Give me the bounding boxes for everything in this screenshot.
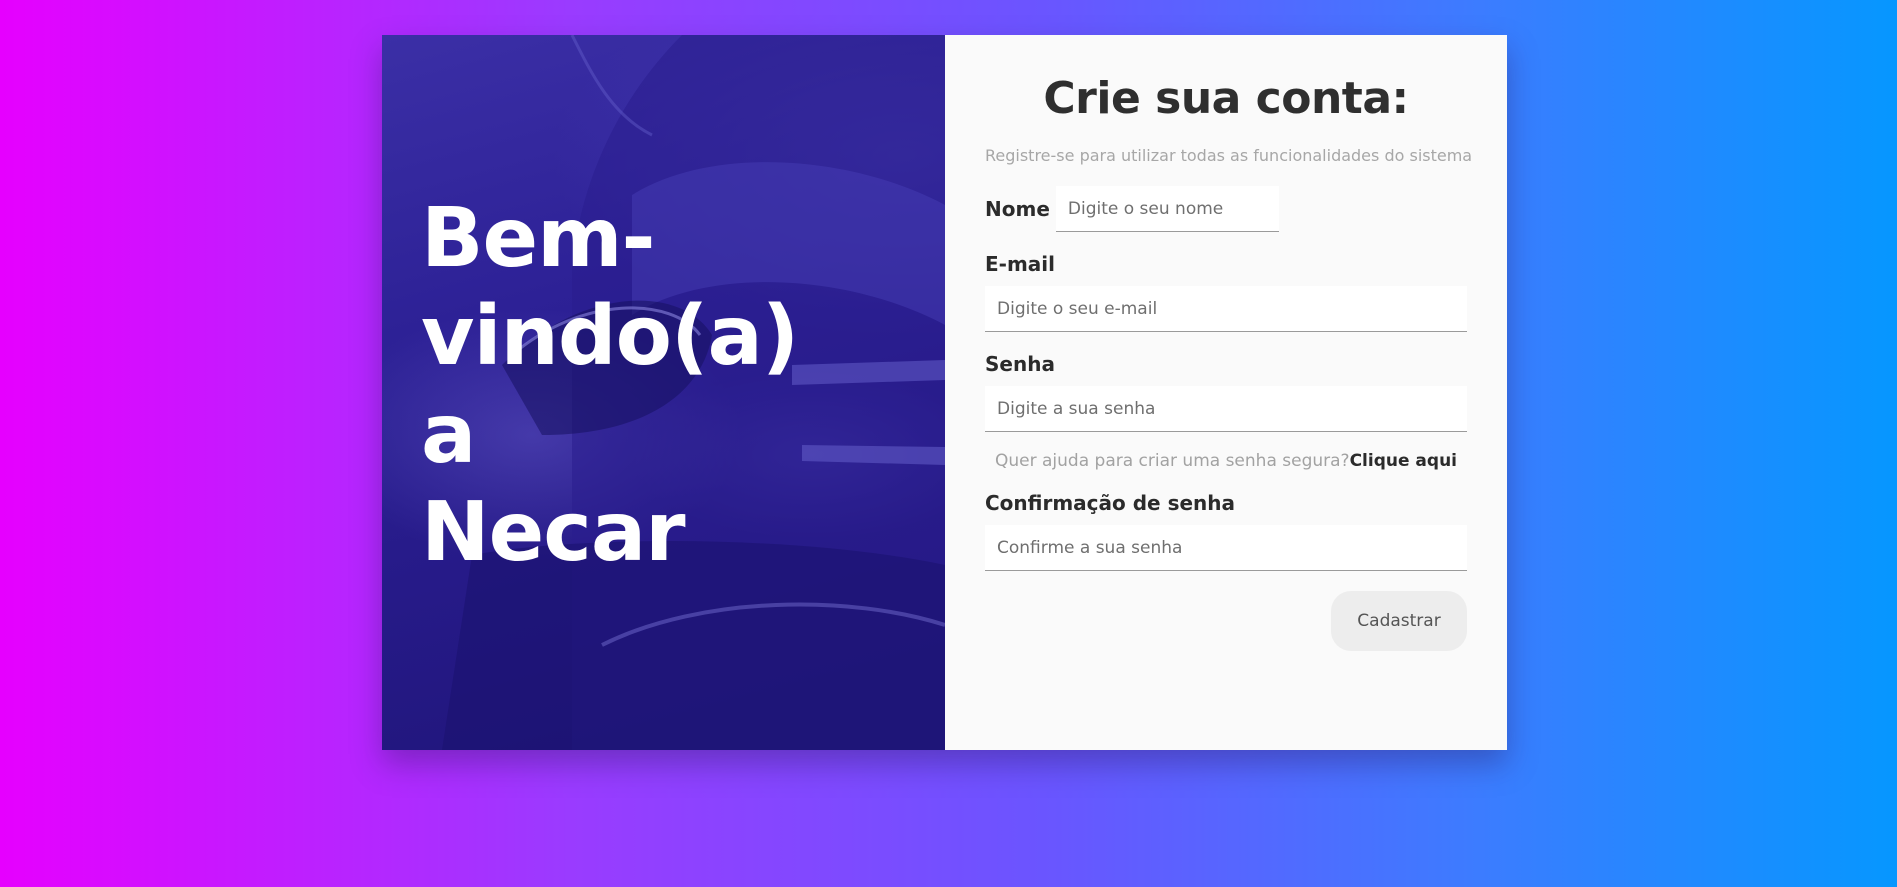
confirm-password-input[interactable] xyxy=(985,525,1467,571)
password-help-link[interactable]: Clique aqui xyxy=(1350,451,1457,471)
name-label: Nome xyxy=(985,197,1050,221)
welcome-heading: Bem- vindo(a) a Necar xyxy=(421,190,921,582)
confirm-password-field-group: Confirmação de senha xyxy=(985,491,1467,571)
confirm-password-label: Confirmação de senha xyxy=(985,491,1236,515)
welcome-line: Necar xyxy=(421,485,686,580)
email-label: E-mail xyxy=(985,252,1056,276)
welcome-line: vindo(a) xyxy=(421,289,799,384)
name-input[interactable] xyxy=(1055,186,1279,232)
email-field-group: E-mail xyxy=(985,252,1467,332)
form-title: Crie sua conta: xyxy=(1043,73,1409,124)
password-input[interactable] xyxy=(985,386,1467,432)
password-help-text: Quer ajuda para criar uma senha segura? xyxy=(995,451,1350,471)
welcome-hero-panel: Bem- vindo(a) a Necar xyxy=(382,35,945,750)
submit-row: Cadastrar xyxy=(985,591,1467,651)
name-row: Nome xyxy=(985,186,1467,232)
signup-form-panel: Crie sua conta: Registre-se para utiliza… xyxy=(945,35,1507,750)
form-subtitle: Registre-se para utilizar todas as funci… xyxy=(985,146,1473,165)
welcome-line: a xyxy=(421,387,476,482)
register-button[interactable]: Cadastrar xyxy=(1331,591,1467,651)
password-help: Quer ajuda para criar uma senha segura?C… xyxy=(985,451,1467,471)
password-field-group: Senha xyxy=(985,352,1467,432)
email-input[interactable] xyxy=(985,286,1467,332)
welcome-line: Bem- xyxy=(421,191,656,286)
password-label: Senha xyxy=(985,352,1055,376)
signup-card: Bem- vindo(a) a Necar Crie sua conta: Re… xyxy=(382,35,1507,750)
